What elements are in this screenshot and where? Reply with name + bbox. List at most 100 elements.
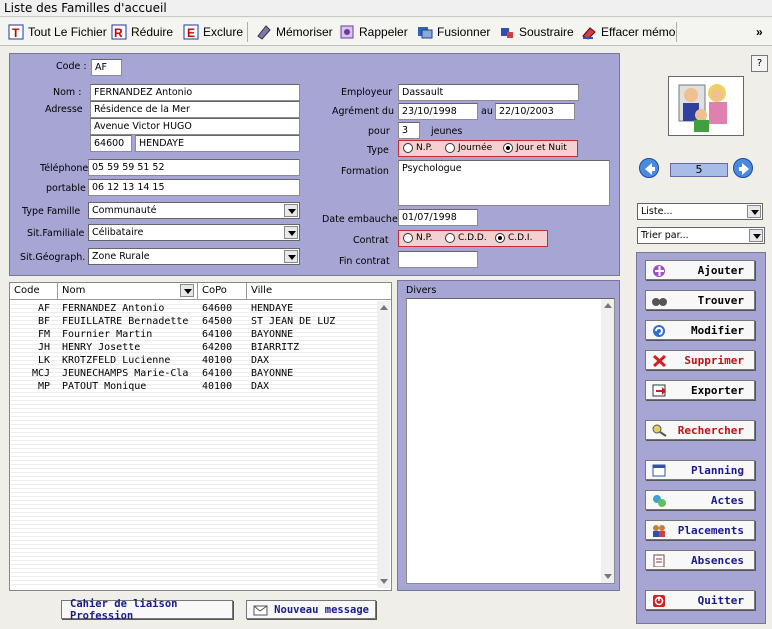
toolbar-label: Soustraire xyxy=(519,25,574,39)
type-radio-journee[interactable]: Journée xyxy=(445,143,492,153)
radio-label: C.D.I. xyxy=(508,233,533,243)
toolbar-overflow-button[interactable]: » xyxy=(756,22,763,42)
help-button[interactable]: ? xyxy=(751,55,768,72)
family-table: Code Nom CoPo Ville AF FERNANDEZ Antonio 6… xyxy=(9,282,392,591)
sit-geo-select[interactable]: Zone Rurale xyxy=(88,248,300,265)
button-label: Actes xyxy=(710,493,744,507)
toolbar-soustraire[interactable]: Soustraire xyxy=(499,22,574,42)
formation-field[interactable]: Psychologue xyxy=(398,160,610,206)
type-famille-select[interactable]: Communauté xyxy=(88,202,300,219)
absences-button[interactable]: Absences xyxy=(645,550,755,570)
toolbar-reduire[interactable]: R Réduire xyxy=(111,22,173,42)
scroll-up-icon[interactable] xyxy=(604,303,612,308)
employeur-field[interactable]: Dassault xyxy=(398,84,579,101)
modifier-button[interactable]: Modifier xyxy=(645,320,755,340)
message-icon xyxy=(253,605,268,616)
previous-record-button[interactable] xyxy=(639,158,659,178)
quitter-button[interactable]: Quitter xyxy=(645,590,755,610)
people-icon xyxy=(653,525,665,537)
clipboard-icon xyxy=(653,554,665,567)
nom-label: Nom : xyxy=(53,87,82,98)
column-header-copo[interactable]: CoPo xyxy=(198,283,247,300)
table-row[interactable]: JH HENRY Josette 64200 BIARRITZ xyxy=(10,342,376,355)
toolbar-effacer-memo[interactable]: Effacer mémo xyxy=(581,22,675,42)
scroll-up-icon[interactable] xyxy=(380,305,388,310)
nom-field[interactable]: FERNANDEZ Antonio xyxy=(90,84,300,101)
divers-scrollbar[interactable] xyxy=(601,299,614,583)
contrat-radio-cdd[interactable]: C.D.D. xyxy=(445,233,487,243)
toolbar-exclure[interactable]: E Exclure xyxy=(183,22,243,42)
table-row[interactable]: BF FEUILLATRE Bernadette 64500 ST JEAN DE L… xyxy=(10,316,376,329)
table-cell: HENRY Josette xyxy=(62,342,141,353)
divers-textarea[interactable] xyxy=(406,298,615,584)
liste-value: Liste... xyxy=(641,206,673,217)
column-header-code[interactable]: Code xyxy=(10,283,58,300)
table-row[interactable]: AF FERNANDEZ Antonio 64600 HENDAYE xyxy=(10,303,376,316)
placements-button[interactable]: Placements xyxy=(645,520,755,540)
table-cell: LK xyxy=(37,355,50,366)
table-cell: MCJ xyxy=(31,368,50,379)
next-record-button[interactable] xyxy=(733,158,753,178)
trier-select[interactable]: Trier par... xyxy=(637,227,765,244)
table-scrollbar[interactable] xyxy=(377,301,390,588)
table-row[interactable]: LK KROTZFELD Lucienne 40100 DAX xyxy=(10,355,376,368)
contrat-radio-np[interactable]: N.P. xyxy=(403,233,432,243)
scroll-down-icon[interactable] xyxy=(380,579,388,584)
rechercher-button[interactable]: Rechercher xyxy=(645,420,755,440)
toolbar-rappeler[interactable]: Rappeler xyxy=(339,22,408,42)
pour-field[interactable]: 3 xyxy=(398,122,420,139)
supprimer-button[interactable]: Supprimer xyxy=(645,350,755,370)
trouver-button[interactable]: Trouver xyxy=(645,290,755,310)
portable-field[interactable]: 06 12 13 14 15 xyxy=(88,179,300,196)
toolbar-separator xyxy=(676,22,677,42)
actes-button[interactable]: Actes xyxy=(645,490,755,510)
table-cell: FM xyxy=(37,329,50,340)
button-label: Ajouter xyxy=(697,263,744,277)
code-postal-field[interactable]: 64600 xyxy=(90,135,132,152)
type-radio-jour-et-nuit[interactable]: Jour et Nuit xyxy=(503,143,567,153)
toolbar-tout-le-fichier[interactable]: T Tout Le Fichier xyxy=(8,22,107,42)
agrement-from-field[interactable]: 23/10/1998 xyxy=(398,103,478,120)
button-label: Trouver xyxy=(697,293,744,307)
toolbar-label: Fusionner xyxy=(437,25,491,39)
telephone-field[interactable]: 05 59 59 51 52 xyxy=(88,159,300,176)
toolbar-memoriser[interactable]: Mémoriser xyxy=(256,22,333,42)
contrat-radio-cdi[interactable]: C.D.I. xyxy=(495,233,532,243)
table-cell: 64200 xyxy=(202,342,233,353)
column-header-label: Nom xyxy=(62,285,86,296)
table-row[interactable]: MCJ JEUNECHAMPS Marie-Cla 64100 BAYONNE xyxy=(10,368,376,381)
cahier-liaison-button[interactable]: Cahier de liaison Profession xyxy=(61,598,233,622)
adresse-line1-field[interactable]: Résidence de la Mer xyxy=(90,101,300,118)
scroll-down-icon[interactable] xyxy=(604,574,612,579)
nouveau-message-button[interactable]: Nouveau message xyxy=(246,600,376,619)
ajouter-button[interactable]: Ajouter xyxy=(645,260,755,280)
table-cell: 40100 xyxy=(202,355,233,366)
window-title: Liste des Familles d'accueil xyxy=(0,0,772,17)
code-label: Code : xyxy=(56,61,87,72)
table-cell: ST JEAN DE LUZ xyxy=(251,316,336,327)
exporter-button[interactable]: Exporter xyxy=(645,380,755,400)
table-cell: PATOUT Monique xyxy=(62,381,147,392)
radio-label: Jour et Nuit xyxy=(516,143,567,153)
power-icon xyxy=(653,595,665,607)
table-row[interactable]: FM Fournier Martin 64100 BAYONNE xyxy=(10,329,376,342)
agrement-to-field[interactable]: 22/10/2003 xyxy=(495,103,575,120)
column-header-ville[interactable]: Ville xyxy=(247,283,391,300)
adresse-line2-field[interactable]: Avenue Victor HUGO xyxy=(90,118,300,135)
planning-button[interactable]: Planning xyxy=(645,460,755,480)
code-field[interactable]: AF xyxy=(91,59,122,76)
table-row[interactable]: MP PATOUT Monique 40100 DAX xyxy=(10,381,376,394)
sit-familiale-select[interactable]: Célibataire xyxy=(88,224,300,241)
type-radio-np[interactable]: N.P. xyxy=(403,143,432,153)
ville-field[interactable]: HENDAYE xyxy=(135,135,300,152)
column-header-nom[interactable]: Nom xyxy=(58,283,198,300)
button-label: Quitter xyxy=(697,593,744,607)
liste-select[interactable]: Liste... xyxy=(637,203,763,220)
date-embauche-field[interactable]: 01/07/1998 xyxy=(398,209,478,226)
type-label: Type xyxy=(367,145,389,156)
fin-contrat-field[interactable] xyxy=(398,251,478,268)
export-icon xyxy=(652,384,666,397)
toolbar-fusionner[interactable]: Fusionner xyxy=(417,22,490,42)
svg-text:T: T xyxy=(12,26,20,40)
column-sort-button[interactable] xyxy=(178,284,194,298)
